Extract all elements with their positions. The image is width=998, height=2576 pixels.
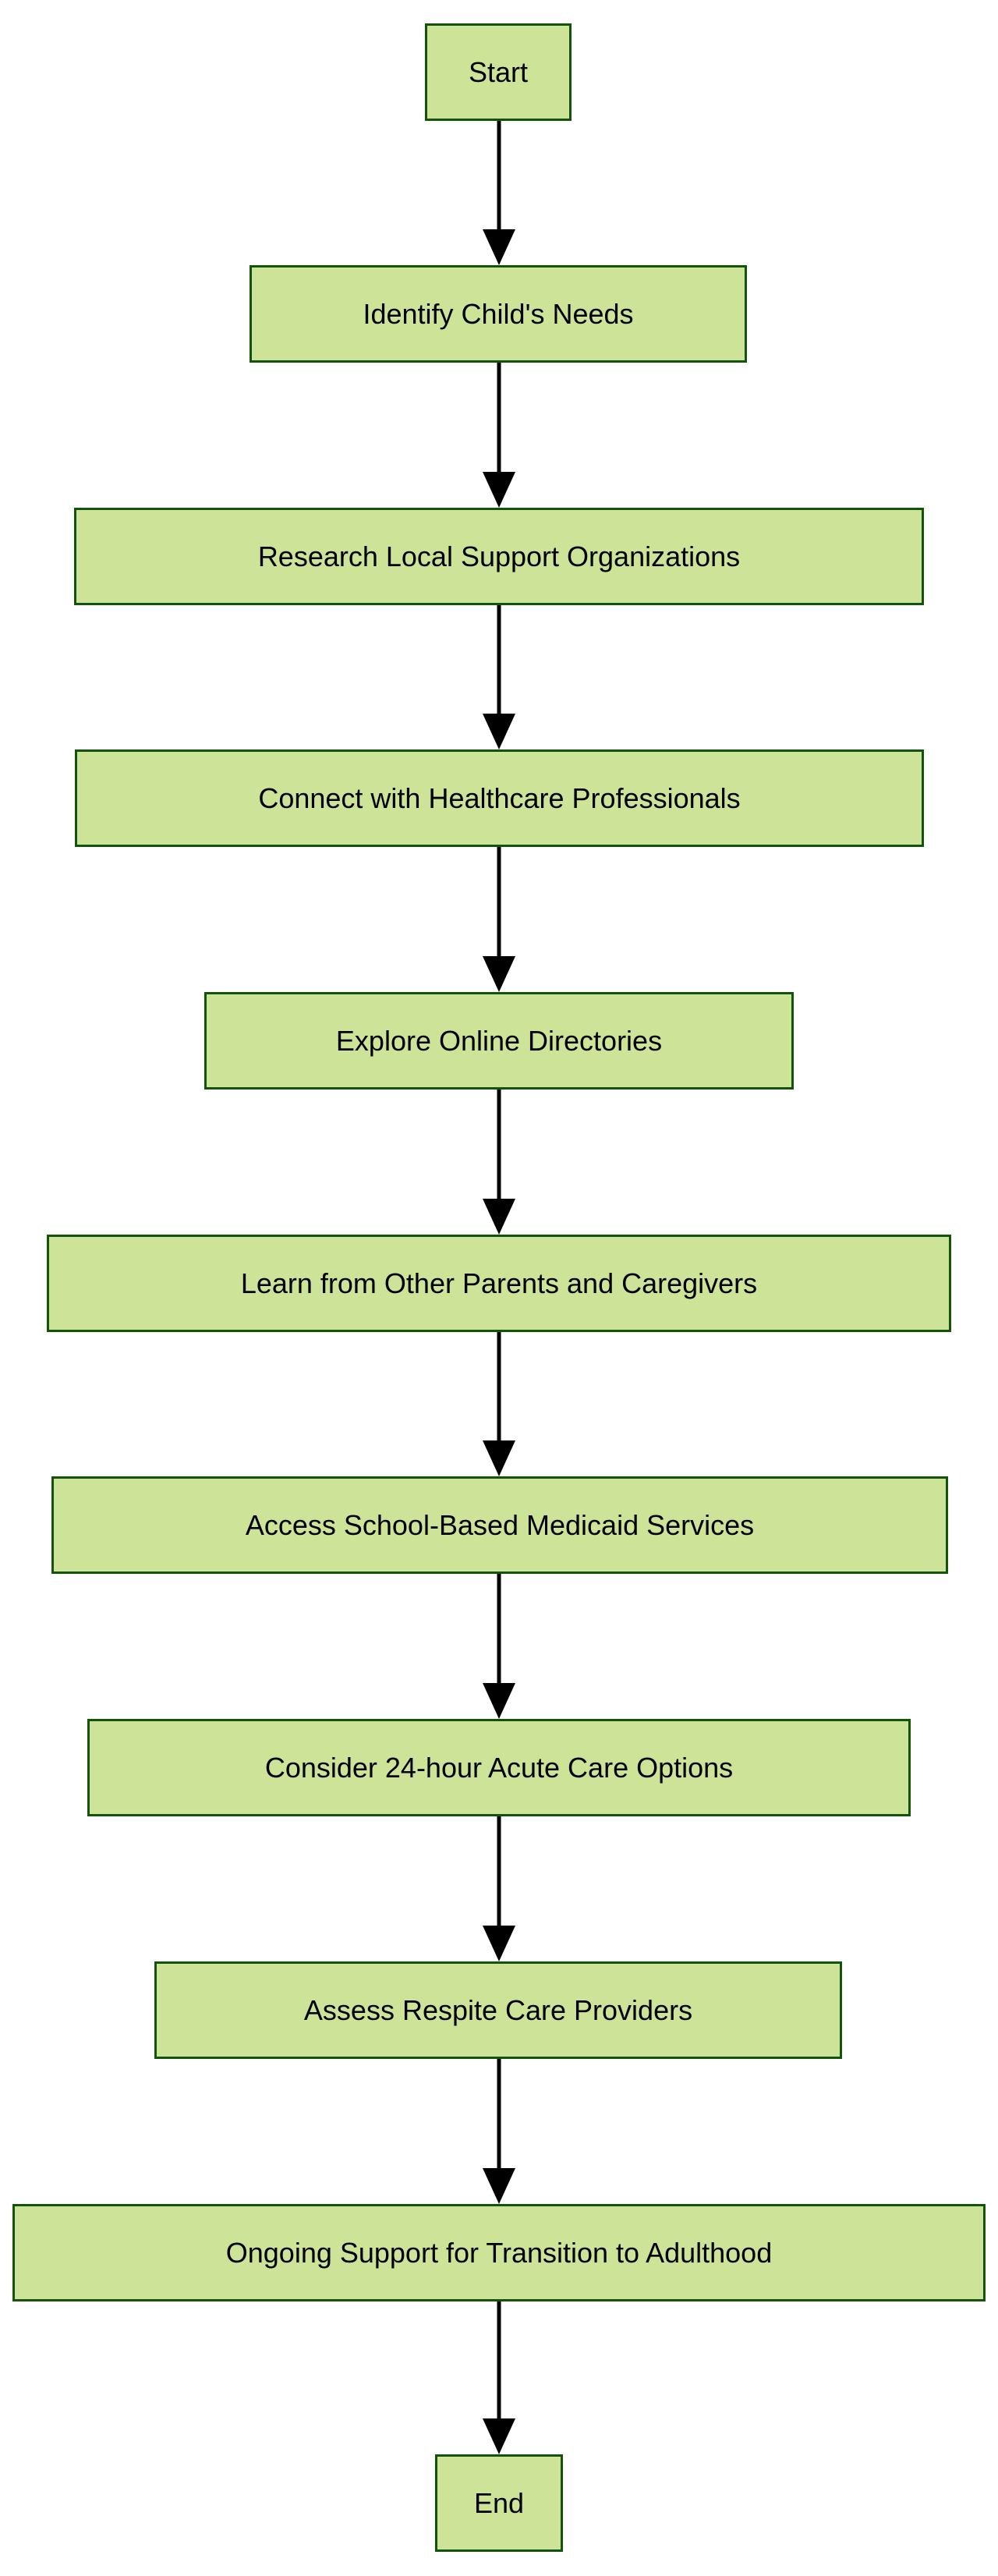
flow-node-label-identify: Identify Child's Needs bbox=[363, 297, 634, 330]
flow-node-label-respite: Assess Respite Care Providers bbox=[303, 1993, 693, 2026]
edge-arrowhead bbox=[483, 1440, 515, 1476]
flow-node-label-medicaid: Access School-Based Medicaid Services bbox=[245, 1508, 755, 1541]
flow-edge-identify-to-research bbox=[483, 363, 515, 508]
flow-node-end[interactable]: End bbox=[435, 2454, 563, 2552]
flow-edge-medicaid-to-acutecare bbox=[483, 1574, 515, 1719]
flow-node-label-start: Start bbox=[468, 55, 529, 88]
flow-node-research[interactable]: Research Local Support Organizations bbox=[74, 508, 924, 605]
edge-arrowhead bbox=[483, 956, 515, 992]
edge-arrowhead bbox=[483, 2418, 515, 2454]
flow-edge-transition-to-end bbox=[483, 2301, 515, 2454]
edge-arrowhead bbox=[483, 472, 515, 508]
edge-arrowhead bbox=[483, 1199, 515, 1235]
flow-node-medicaid[interactable]: Access School-Based Medicaid Services bbox=[51, 1476, 948, 1574]
flow-node-label-research: Research Local Support Organizations bbox=[257, 540, 741, 572]
flow-node-identify[interactable]: Identify Child's Needs bbox=[250, 265, 747, 363]
edge-arrowhead bbox=[483, 1683, 515, 1719]
flow-edge-explore-to-learn bbox=[483, 1090, 515, 1235]
flow-node-connect[interactable]: Connect with Healthcare Professionals bbox=[75, 749, 924, 847]
edge-arrowhead bbox=[483, 2168, 515, 2204]
flow-edge-respite-to-transition bbox=[483, 2059, 515, 2204]
flow-edge-start-to-identify bbox=[483, 121, 515, 265]
edge-arrowhead bbox=[483, 229, 515, 265]
flow-node-label-acutecare: Consider 24-hour Acute Care Options bbox=[264, 1751, 734, 1784]
flow-edge-research-to-connect bbox=[483, 605, 515, 749]
flow-node-label-learn: Learn from Other Parents and Caregivers bbox=[240, 1267, 758, 1299]
flow-node-acutecare[interactable]: Consider 24-hour Acute Care Options bbox=[87, 1719, 911, 1816]
flow-node-label-transition: Ongoing Support for Transition to Adulth… bbox=[225, 2236, 773, 2269]
flow-node-explore[interactable]: Explore Online Directories bbox=[204, 992, 794, 1090]
flowchart-canvas: Start Identify Child's Needs Research Loca… bbox=[0, 0, 998, 2576]
flow-edge-learn-to-medicaid bbox=[483, 1332, 515, 1476]
flow-node-label-explore: Explore Online Directories bbox=[335, 1024, 663, 1057]
flow-node-transition[interactable]: Ongoing Support for Transition to Adulth… bbox=[12, 2204, 986, 2301]
flow-node-label-end: End bbox=[473, 2486, 525, 2519]
flow-edge-acutecare-to-respite bbox=[483, 1816, 515, 1961]
flow-edge-connect-to-explore bbox=[483, 847, 515, 992]
flow-node-learn[interactable]: Learn from Other Parents and Caregivers bbox=[47, 1235, 951, 1332]
flow-node-label-connect: Connect with Healthcare Professionals bbox=[258, 781, 741, 814]
edge-arrowhead bbox=[483, 1926, 515, 1961]
edge-arrowhead bbox=[483, 714, 515, 749]
flow-node-start[interactable]: Start bbox=[425, 23, 572, 121]
flow-node-respite[interactable]: Assess Respite Care Providers bbox=[154, 1961, 842, 2059]
